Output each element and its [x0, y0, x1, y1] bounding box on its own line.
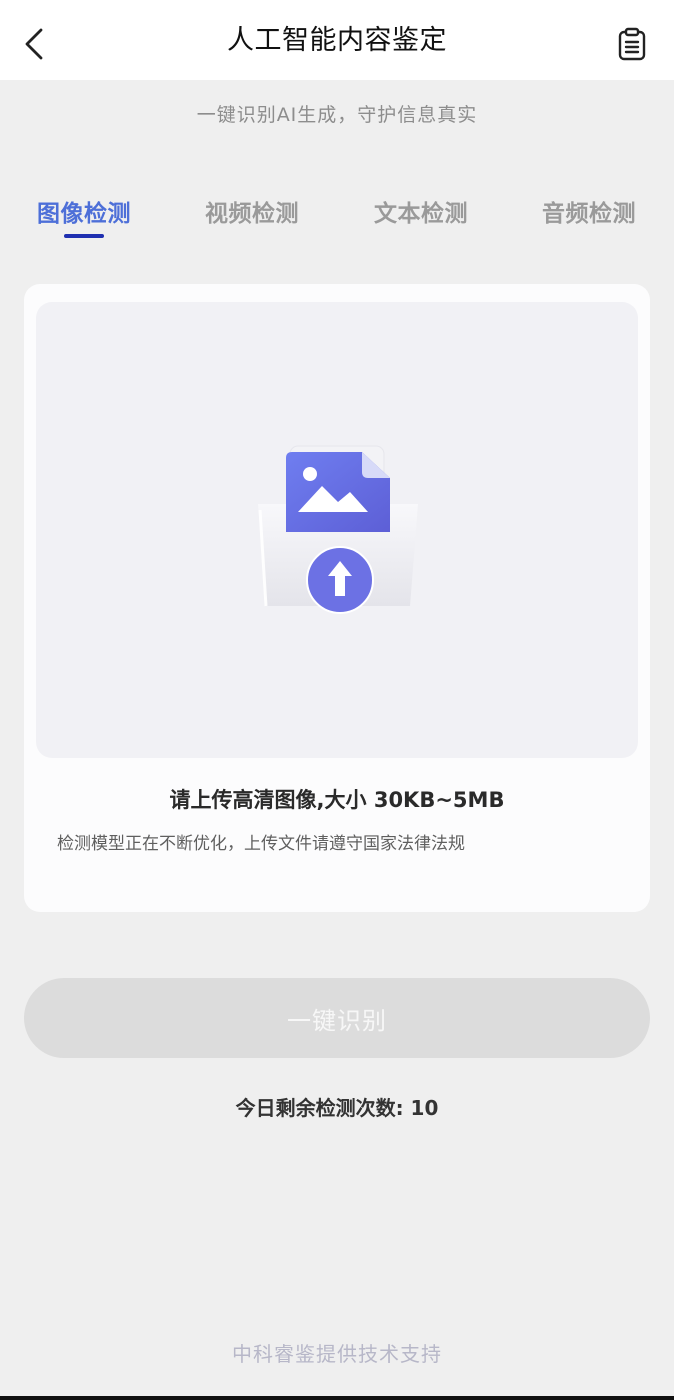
page-title: 人工智能内容鉴定: [227, 25, 447, 56]
tab-audio-detection[interactable]: 音频检测: [519, 194, 659, 228]
one-click-identify-button[interactable]: 一键识别: [24, 978, 650, 1058]
tab-image-detection[interactable]: 图像检测: [14, 194, 154, 228]
page-subtitle: 一键识别AI生成，守护信息真实: [196, 104, 478, 126]
tab-text-detection[interactable]: 文本检测: [351, 194, 491, 228]
tab-video-detection[interactable]: 视频检测: [182, 194, 322, 228]
home-indicator: [0, 1396, 674, 1400]
remaining-detections-count: 今日剩余检测次数: 10: [235, 1096, 439, 1120]
legal-notice: 检测模型正在不断优化，上传文件请遵守国家法律法规: [57, 834, 465, 854]
active-tab-indicator: [64, 234, 104, 238]
tech-support-footer: 中科睿鉴提供技术支持: [232, 1342, 442, 1366]
history-button[interactable]: [612, 24, 652, 64]
clipboard-list-icon: [618, 27, 646, 61]
detection-tabs: 图像检测 视频检测 文本检测 音频检测: [0, 194, 674, 246]
image-upload-icon: [258, 445, 418, 614]
top-bar: 人工智能内容鉴定: [0, 0, 674, 80]
image-upload-area[interactable]: [36, 302, 638, 758]
upload-size-hint: 请上传高清图像,大小 30KB~5MB: [169, 788, 505, 812]
upload-card: 请上传高清图像,大小 30KB~5MB 检测模型正在不断优化，上传文件请遵守国家…: [24, 284, 650, 912]
